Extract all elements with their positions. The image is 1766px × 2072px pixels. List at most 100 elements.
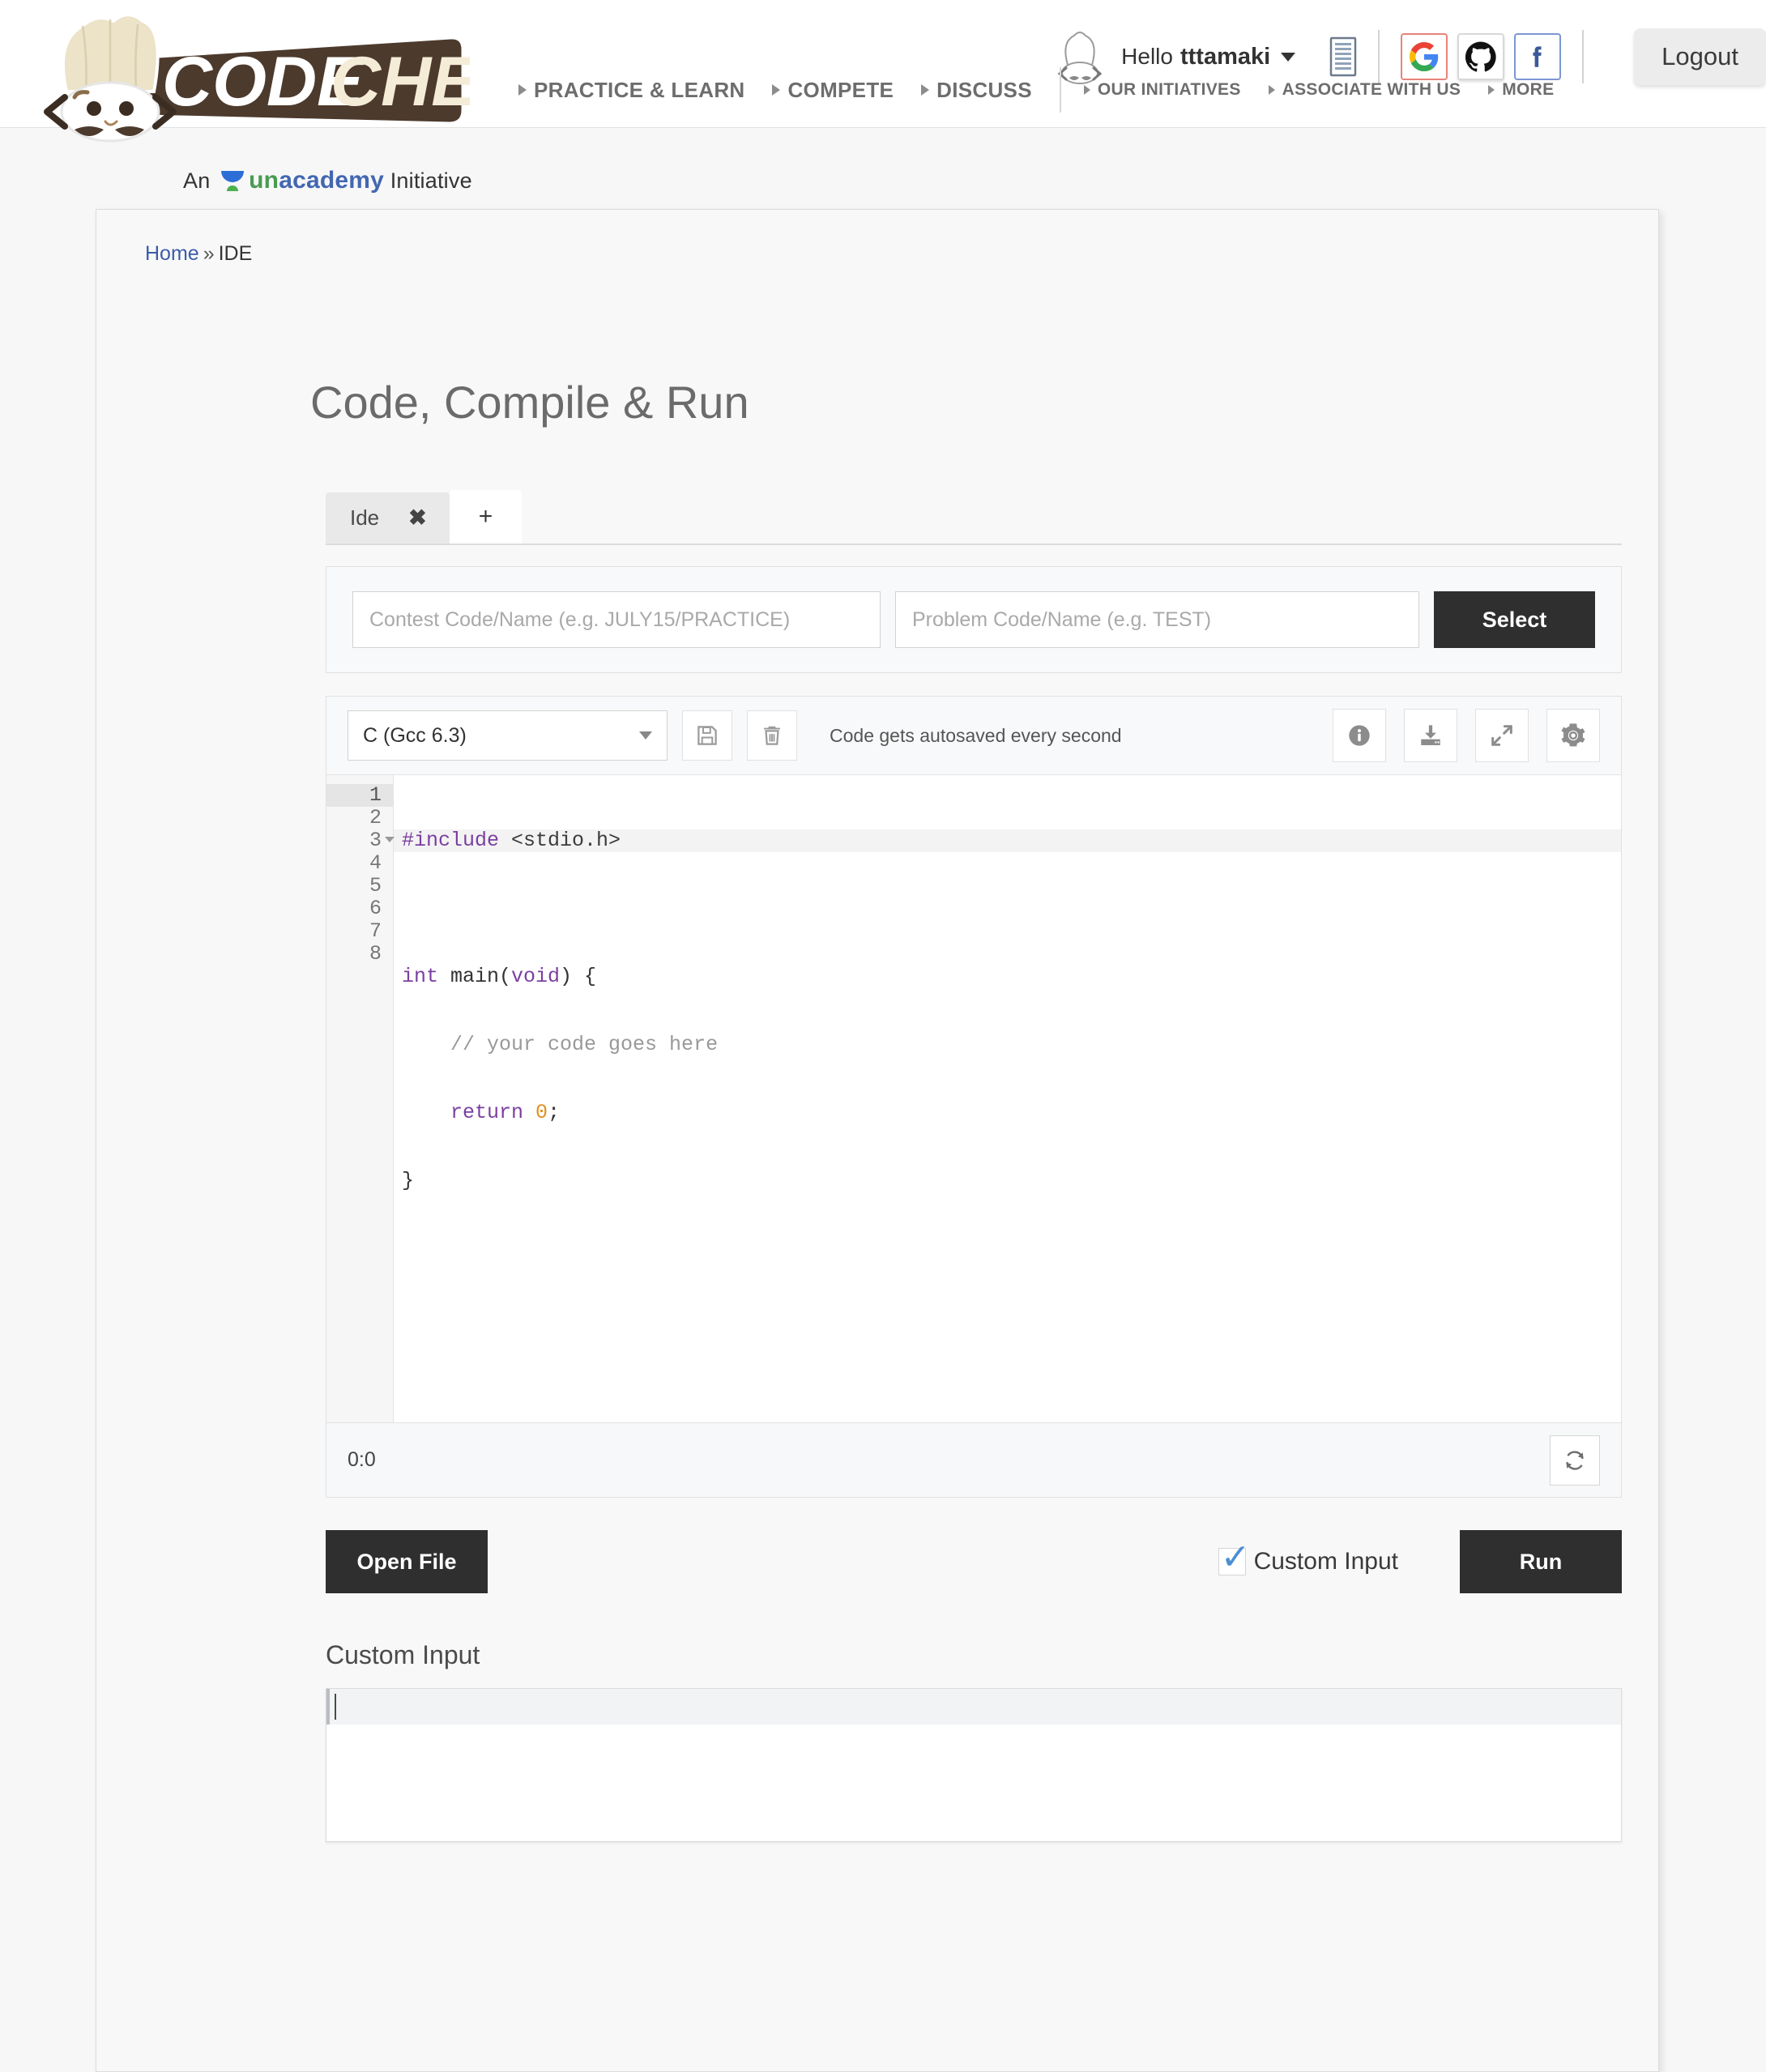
- nav-divider: [1059, 67, 1061, 113]
- code-line: return 0;: [450, 1101, 561, 1124]
- unacademy-icon: [220, 168, 245, 192]
- svg-text:CHEF: CHEF: [331, 43, 470, 121]
- refresh-icon: [1566, 1450, 1584, 1470]
- tab-label: Ide: [350, 505, 380, 530]
- cursor-position: 0:0: [348, 1448, 376, 1471]
- fold-arrow-icon[interactable]: [385, 837, 395, 842]
- triangle-right-icon: [1083, 85, 1090, 95]
- nav-item-discuss[interactable]: DISCUSS: [921, 78, 1032, 103]
- code-editor[interactable]: 1 2 3 4 5 6 7 8 #include <stdio.h> int m…: [326, 774, 1621, 1422]
- breadcrumb-current: IDE: [218, 242, 253, 265]
- editor-toolbar-right: [1333, 709, 1600, 762]
- code-line: #include <stdio.h>: [394, 829, 1621, 852]
- run-button[interactable]: Run: [1460, 1530, 1622, 1593]
- nav-item-compete[interactable]: COMPETE: [772, 78, 894, 103]
- tab-ide[interactable]: Ide ✖: [326, 492, 450, 544]
- triangle-right-icon: [1488, 85, 1495, 95]
- code-editor-panel: C (Gcc 6.3) Code gets autosaved every se…: [326, 696, 1622, 1498]
- select-button[interactable]: Select: [1433, 591, 1595, 648]
- custom-input-editor[interactable]: [326, 1688, 1622, 1842]
- autosave-note: Code gets autosaved every second: [830, 724, 1122, 746]
- custom-input-body[interactable]: [326, 1725, 1621, 1841]
- user-menu[interactable]: Hello tttamaki: [1121, 43, 1296, 70]
- nav-label: COMPETE: [787, 77, 894, 102]
- unacademy-un: un: [249, 167, 279, 194]
- nav-item-more[interactable]: MORE: [1488, 80, 1554, 100]
- nav-label: PRACTICE & LEARN: [534, 77, 745, 102]
- line-number-gutter: 1 2 3 4 5 6 7 8: [326, 775, 395, 1422]
- expand-icon: [1491, 725, 1512, 746]
- triangle-right-icon: [1268, 85, 1275, 95]
- custom-input-active-line[interactable]: [326, 1689, 1621, 1725]
- editor-status-bar: 0:0: [326, 1422, 1621, 1497]
- editor-action-row: Open File ✓ Custom Input Run: [326, 1530, 1622, 1593]
- trash-icon: [764, 726, 780, 745]
- triangle-right-icon: [772, 84, 781, 96]
- problem-code-input[interactable]: [894, 591, 1419, 648]
- problem-selector-row: Select: [326, 567, 1621, 672]
- nav-label: DISCUSS: [936, 77, 1032, 102]
- line-number: 5: [369, 874, 382, 897]
- username-label: tttamaki: [1179, 43, 1271, 70]
- header-divider-2: [1582, 30, 1585, 83]
- breadcrumb: Home» IDE: [96, 210, 1658, 266]
- line-number: 7: [369, 919, 382, 943]
- line-number: 8: [369, 942, 382, 966]
- settings-button[interactable]: [1546, 709, 1600, 762]
- code-line: int main(void) {: [402, 965, 597, 988]
- delete-button[interactable]: [747, 710, 797, 761]
- logout-button[interactable]: Logout: [1634, 28, 1766, 85]
- codechef-logo-mark: CODE CHEF: [44, 13, 470, 143]
- close-icon[interactable]: ✖: [408, 505, 427, 531]
- greeting-prefix: Hello: [1121, 44, 1173, 69]
- text-caret: [335, 1694, 336, 1720]
- nav-item-associate-with-us[interactable]: ASSOCIATE WITH US: [1268, 80, 1461, 100]
- code-content[interactable]: #include <stdio.h> int main(void) { // y…: [394, 775, 1621, 1422]
- nav-label: ASSOCIATE WITH US: [1282, 80, 1461, 99]
- site-header: CODE CHEF An: [0, 0, 1766, 194]
- tagline-suffix: Initiative: [390, 168, 472, 193]
- gear-icon: [1561, 723, 1585, 747]
- triangle-right-icon: [518, 84, 527, 96]
- code-line: }: [402, 1169, 415, 1192]
- line-number: 3: [326, 829, 395, 852]
- nav-item-our-initiatives[interactable]: OUR INITIATIVES: [1083, 80, 1241, 100]
- nav-item-practice-learn[interactable]: PRACTICE & LEARN: [518, 78, 744, 103]
- save-icon: [697, 726, 717, 745]
- add-tab-button[interactable]: +: [449, 490, 523, 544]
- info-button[interactable]: [1333, 709, 1386, 762]
- page-container: Home»IDE Code, Compile & Run Ide ✖ + Sel…: [96, 209, 1659, 2072]
- checkbox-box[interactable]: ✓: [1218, 1540, 1250, 1575]
- breadcrumb-home-link[interactable]: Home: [145, 242, 199, 265]
- problem-selector-panel: Select: [326, 566, 1622, 673]
- line-number: 1: [326, 784, 393, 807]
- check-icon: ✓: [1220, 1537, 1251, 1577]
- chevron-down-icon: [639, 731, 652, 740]
- codechef-logo[interactable]: CODE CHEF An: [32, 6, 472, 194]
- info-icon: [1349, 725, 1370, 746]
- tagline-prefix: An: [183, 168, 211, 193]
- facebook-icon: [1533, 46, 1542, 67]
- unacademy-academy: academy: [279, 167, 385, 194]
- chevron-down-icon: [1281, 52, 1296, 62]
- fullscreen-button[interactable]: [1475, 709, 1529, 762]
- open-file-button[interactable]: Open File: [326, 1530, 488, 1593]
- language-select-value: C (Gcc 6.3): [363, 723, 467, 747]
- triangle-right-icon: [921, 84, 930, 96]
- nav-label: MORE: [1502, 80, 1555, 99]
- logo-tagline: An unacademy Initiative: [183, 167, 472, 194]
- line-number: 4: [369, 851, 382, 875]
- reset-code-button[interactable]: [1550, 1435, 1600, 1486]
- language-select[interactable]: C (Gcc 6.3): [348, 710, 668, 761]
- contest-code-input[interactable]: [352, 591, 881, 648]
- main-nav: PRACTICE & LEARN COMPETE DISCUSS OUR INI…: [518, 67, 1581, 113]
- download-button[interactable]: [1404, 709, 1457, 762]
- custom-input-checkbox[interactable]: ✓ Custom Input: [1218, 1540, 1398, 1575]
- custom-input-heading: Custom Input: [326, 1640, 480, 1669]
- editor-toolbar: C (Gcc 6.3) Code gets autosaved every se…: [326, 697, 1621, 774]
- download-icon: [1421, 725, 1440, 745]
- save-button[interactable]: [682, 710, 732, 761]
